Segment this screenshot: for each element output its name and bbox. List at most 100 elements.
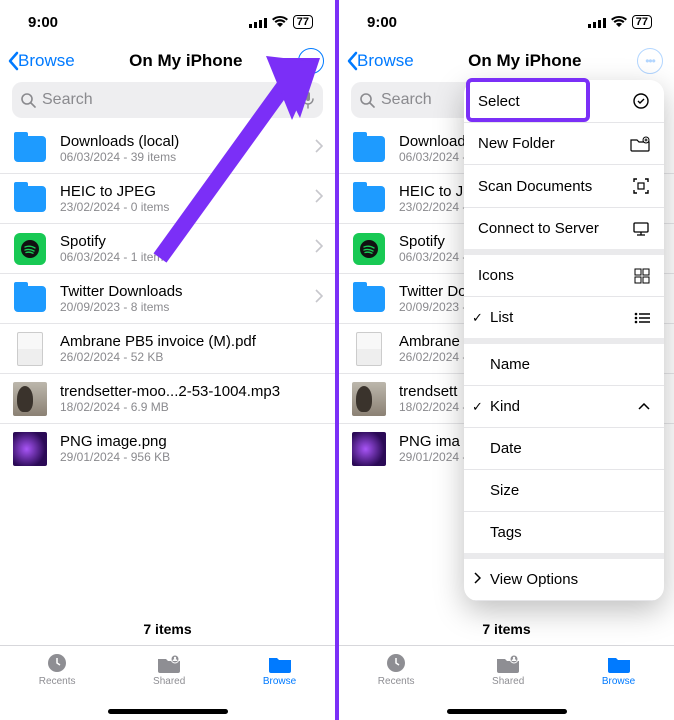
tab-shared[interactable]: Shared xyxy=(153,652,185,687)
item-title: PNG image.png xyxy=(60,433,323,450)
item-subtitle: 20/09/2023 - 8 items xyxy=(60,300,303,314)
cellular-icon xyxy=(588,17,606,28)
list-item[interactable]: Downloads (local)06/03/2024 - 39 items xyxy=(0,124,335,174)
search-input[interactable] xyxy=(42,91,301,109)
spotify-icon xyxy=(353,233,385,265)
menu-new-folder[interactable]: New Folder xyxy=(464,123,664,165)
menu-sort-date[interactable]: Date xyxy=(464,428,664,470)
more-button[interactable]: ••• xyxy=(297,47,325,75)
item-title: Spotify xyxy=(60,233,303,250)
search-bar[interactable] xyxy=(12,82,323,118)
shared-folder-icon xyxy=(156,652,182,674)
image-thumbnail xyxy=(352,382,386,416)
file-list: Downloads (local)06/03/2024 - 39 itemsHE… xyxy=(0,124,335,613)
folder-icon xyxy=(14,136,46,162)
back-button[interactable]: Browse xyxy=(6,51,75,71)
item-subtitle: 18/02/2024 - 6.9 MB xyxy=(60,400,323,414)
clock-icon xyxy=(384,652,408,674)
menu-scan-documents[interactable]: Scan Documents xyxy=(464,165,664,208)
menu-list[interactable]: List xyxy=(464,297,664,344)
folder-icon xyxy=(267,652,293,674)
list-item[interactable]: HEIC to JPEG23/02/2024 - 0 items xyxy=(0,174,335,224)
item-title: Downloads (local) xyxy=(60,133,303,150)
home-indicator[interactable] xyxy=(447,709,567,714)
list-item[interactable]: PNG image.png29/01/2024 - 956 KB xyxy=(0,424,335,473)
item-title: Twitter Downloads xyxy=(60,283,303,300)
list-item[interactable]: trendsetter-moo...2-53-1004.mp318/02/202… xyxy=(0,374,335,424)
item-title: trendsetter-moo...2-53-1004.mp3 xyxy=(60,383,323,400)
back-label: Browse xyxy=(18,51,75,71)
more-button[interactable]: ••• xyxy=(636,47,664,75)
item-count: 7 items xyxy=(0,613,335,645)
shared-folder-icon xyxy=(495,652,521,674)
menu-select[interactable]: Select xyxy=(464,80,664,123)
list-item[interactable]: Twitter Downloads20/09/2023 - 8 items xyxy=(0,274,335,324)
folder-icon xyxy=(353,136,385,162)
chevron-right-icon xyxy=(315,189,323,208)
battery-icon: 77 xyxy=(293,15,313,29)
tab-bar: Recents Shared Browse xyxy=(339,645,674,709)
chevron-right-icon xyxy=(315,289,323,308)
wifi-icon xyxy=(611,16,627,28)
mic-icon[interactable] xyxy=(301,91,315,109)
search-icon xyxy=(20,92,36,108)
item-subtitle: 26/02/2024 - 52 KB xyxy=(60,350,323,364)
folder-icon xyxy=(606,652,632,674)
tab-browse[interactable]: Browse xyxy=(602,652,635,687)
document-thumbnail xyxy=(356,332,382,366)
page-title: On My iPhone xyxy=(468,51,581,71)
menu-view-options[interactable]: View Options xyxy=(464,559,664,601)
chevron-right-icon xyxy=(315,239,323,258)
item-subtitle: 06/03/2024 - 1 item xyxy=(60,250,303,264)
tab-browse[interactable]: Browse xyxy=(263,652,296,687)
search-icon xyxy=(359,92,375,108)
home-indicator[interactable] xyxy=(108,709,228,714)
folder-icon xyxy=(353,286,385,312)
page-title: On My iPhone xyxy=(129,51,242,71)
item-title: HEIC to JPEG xyxy=(60,183,303,200)
image-thumbnail xyxy=(352,432,386,466)
new-folder-icon xyxy=(630,136,650,152)
ellipsis-circle-icon: ••• xyxy=(298,48,324,74)
spotify-icon xyxy=(14,233,46,265)
menu-icons[interactable]: Icons xyxy=(464,255,664,297)
item-subtitle: 23/02/2024 - 0 items xyxy=(60,200,303,214)
nav-bar: Browse On My iPhone ••• xyxy=(339,44,674,82)
item-title: Ambrane PB5 invoice (M).pdf xyxy=(60,333,323,350)
image-thumbnail xyxy=(13,382,47,416)
item-subtitle: 29/01/2024 - 956 KB xyxy=(60,450,323,464)
scan-icon xyxy=(632,177,650,195)
folder-icon xyxy=(353,186,385,212)
tab-bar: Recents Shared Browse xyxy=(0,645,335,709)
phone-right: 9:00 77 Browse On My iPhone ••• Download… xyxy=(339,0,674,720)
phone-left: 9:00 77 Browse On My iPhone ••• Download… xyxy=(0,0,335,720)
tab-shared[interactable]: Shared xyxy=(492,652,524,687)
menu-sort-name[interactable]: Name xyxy=(464,344,664,386)
status-right: 77 xyxy=(588,15,652,29)
wifi-icon xyxy=(272,16,288,28)
status-bar: 9:00 77 xyxy=(339,0,674,44)
list-item[interactable]: Spotify06/03/2024 - 1 item xyxy=(0,224,335,274)
clock-icon xyxy=(45,652,69,674)
item-subtitle: 06/03/2024 - 39 items xyxy=(60,150,303,164)
status-bar: 9:00 77 xyxy=(0,0,335,44)
folder-icon xyxy=(14,186,46,212)
menu-sort-tags[interactable]: Tags xyxy=(464,512,664,559)
menu-sort-size[interactable]: Size xyxy=(464,470,664,512)
menu-sort-kind[interactable]: Kind xyxy=(464,386,664,428)
status-time: 9:00 xyxy=(367,14,397,31)
status-time: 9:00 xyxy=(28,14,58,31)
tab-recents[interactable]: Recents xyxy=(39,652,76,687)
chevron-up-icon xyxy=(638,403,650,411)
tab-recents[interactable]: Recents xyxy=(378,652,415,687)
image-thumbnail xyxy=(13,432,47,466)
list-item[interactable]: Ambrane PB5 invoice (M).pdf26/02/2024 - … xyxy=(0,324,335,374)
menu-connect-server[interactable]: Connect to Server xyxy=(464,208,664,255)
back-button[interactable]: Browse xyxy=(345,51,414,71)
status-right: 77 xyxy=(249,15,313,29)
server-icon xyxy=(632,221,650,237)
grid-icon xyxy=(634,268,650,284)
item-count: 7 items xyxy=(339,613,674,645)
ellipsis-circle-icon: ••• xyxy=(637,48,663,74)
battery-icon: 77 xyxy=(632,15,652,29)
